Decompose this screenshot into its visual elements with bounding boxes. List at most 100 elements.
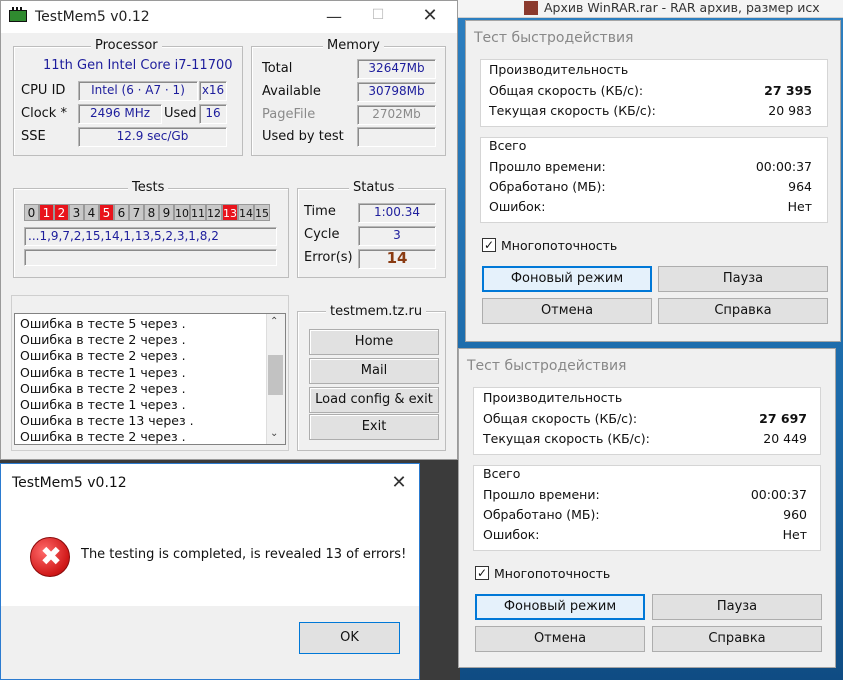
- pagefile-value: 2702Mb: [357, 105, 436, 125]
- test-cell: 14: [238, 204, 254, 221]
- speed1-current-speed-value: 20 983: [768, 103, 812, 118]
- test-cell: 6: [114, 204, 129, 221]
- speed-test-window-1: Тест быстродействия Производительность О…: [465, 20, 841, 342]
- speed2-title: Тест быстродействия: [467, 358, 627, 374]
- load-config-exit-button[interactable]: Load config & exit: [309, 387, 439, 413]
- speed1-processed-label: Обработано (МБ):: [489, 179, 606, 194]
- speed1-elapsed-value: 00:00:37: [755, 159, 812, 174]
- exit-button[interactable]: Exit: [309, 414, 439, 440]
- speed1-pause-button[interactable]: Пауза: [658, 266, 828, 292]
- errors-value: 14: [358, 249, 436, 269]
- speed2-cancel-button[interactable]: Отмена: [475, 626, 645, 652]
- test-cell: 2: [54, 204, 69, 221]
- time-label: Time: [304, 204, 336, 219]
- speed1-processed-value: 964: [788, 179, 812, 194]
- speed1-elapsed-label: Прошло времени:: [489, 159, 606, 174]
- log-line[interactable]: Ошибка в тесте 2 через .: [15, 381, 285, 397]
- test-cells-row: 0 1 2 3 4 5 6 7 8 9 10 11 12 13 14 15: [24, 204, 284, 222]
- ok-button[interactable]: OK: [299, 622, 400, 654]
- dialog-message: The testing is completed, is revealed 13…: [81, 547, 407, 562]
- cpu-id-value: Intel (6 · A7 · 1): [78, 81, 198, 101]
- speed2-current-speed-value: 20 449: [763, 431, 807, 446]
- speed1-cancel-button[interactable]: Отмена: [482, 298, 652, 324]
- cpu-id-label: CPU ID: [21, 83, 66, 98]
- log-line[interactable]: Ошибка в тесте 2 через .: [15, 332, 285, 348]
- testmem-window: TestMem5 v0.12 — ☐ ✕ Processor 11th Gen …: [0, 0, 458, 460]
- time-value: 1:00.34: [358, 203, 436, 223]
- speed1-title: Тест быстродействия: [474, 30, 634, 46]
- errors-label: Error(s): [304, 250, 353, 265]
- speed1-help-button[interactable]: Справка: [658, 298, 828, 324]
- used-value: 16: [199, 104, 227, 124]
- log-scroll-thumb[interactable]: [268, 355, 283, 395]
- used-by-test-value: [357, 127, 436, 147]
- test-cell: 10: [174, 204, 190, 221]
- speed2-total-speed-value: 27 697: [759, 411, 807, 426]
- cpu-threads: x16: [199, 81, 227, 101]
- speed1-total-label: Всего: [489, 138, 527, 153]
- speed-test-window-2: Тест быстродействия Производительность О…: [458, 348, 836, 668]
- used-by-test-label: Used by test: [262, 129, 344, 144]
- dialog-title: TestMem5 v0.12: [12, 475, 127, 491]
- speed2-current-speed-label: Текущая скорость (КБ/с):: [483, 431, 650, 446]
- speed2-errors-value: Нет: [782, 527, 807, 542]
- log-line[interactable]: Ошибка в тесте 1 через .: [15, 365, 285, 381]
- scroll-down-icon[interactable]: ⌄: [270, 428, 278, 439]
- speed2-processed-value: 960: [783, 507, 807, 522]
- tests-group-label: Tests: [128, 180, 169, 195]
- test-cell: 4: [84, 204, 99, 221]
- test-cell: 7: [129, 204, 144, 221]
- speed2-total-speed-label: Общая скорость (КБ/с):: [483, 411, 638, 426]
- dialog-titlebar[interactable]: TestMem5 v0.12 ✕: [1, 464, 419, 502]
- test-cell: 3: [69, 204, 84, 221]
- sse-value: 12.9 sec/Gb: [78, 127, 227, 147]
- testmem-titlebar[interactable]: TestMem5 v0.12 — ☐ ✕: [1, 1, 457, 33]
- minimize-button[interactable]: —: [319, 7, 349, 27]
- winrar-archive-icon: [524, 1, 538, 15]
- speed2-processed-label: Обработано (МБ):: [483, 507, 600, 522]
- log-line[interactable]: Ошибка в тесте 1 через .: [15, 397, 285, 413]
- cpu-model: 11th Gen Intel Core i7-11700: [43, 58, 233, 73]
- cycle-value: 3: [358, 226, 436, 246]
- background-file-text: Архив WinRAR.rar - RAR архив, размер исх: [544, 0, 820, 15]
- log-line[interactable]: Ошибка в тесте 2 через .: [15, 348, 285, 364]
- maximize-button[interactable]: ☐: [363, 7, 393, 27]
- window-title: TestMem5 v0.12: [35, 9, 150, 25]
- test-cell: 9: [159, 204, 174, 221]
- speed2-perf-label: Производительность: [483, 390, 623, 405]
- test-progress-bar: [24, 249, 277, 266]
- total-label: Total: [262, 61, 293, 76]
- speed2-help-button[interactable]: Справка: [652, 626, 822, 652]
- scroll-up-icon[interactable]: ⌃: [270, 316, 278, 327]
- processor-group-label: Processor: [91, 38, 162, 53]
- sse-label: SSE: [21, 129, 46, 144]
- speed2-background-button[interactable]: Фоновый режим: [475, 594, 645, 620]
- speed2-errors-label: Ошибок:: [483, 527, 540, 542]
- test-cell: 8: [144, 204, 159, 221]
- test-cell: 12: [206, 204, 222, 221]
- test-cell: 1: [39, 204, 54, 221]
- dialog-close-button[interactable]: ✕: [387, 472, 411, 494]
- error-icon: ✖: [30, 537, 70, 577]
- test-sequence: ...1,9,7,2,15,14,1,13,5,2,3,1,8,2: [24, 227, 277, 246]
- available-value: 30798Mb: [357, 82, 436, 102]
- speed1-multithread-checkbox[interactable]: ✓: [482, 238, 496, 252]
- speed2-pause-button[interactable]: Пауза: [652, 594, 822, 620]
- cycle-label: Cycle: [304, 227, 340, 242]
- mail-button[interactable]: Mail: [309, 358, 439, 384]
- memory-chip-icon: [9, 7, 27, 22]
- speed2-multithread-checkbox[interactable]: ✓: [475, 566, 489, 580]
- log-line[interactable]: Ошибка в тесте 5 через .: [15, 316, 285, 332]
- speed1-background-button[interactable]: Фоновый режим: [482, 266, 652, 292]
- close-button[interactable]: ✕: [415, 5, 445, 27]
- used-label: Used: [164, 106, 197, 121]
- log-line[interactable]: Ошибка в тесте 13 через .: [15, 413, 285, 429]
- available-label: Available: [262, 84, 321, 99]
- home-button[interactable]: Home: [309, 329, 439, 355]
- test-cell: 0: [24, 204, 39, 221]
- status-group-label: Status: [349, 180, 399, 195]
- error-log-list[interactable]: Ошибка в тесте 5 через . Ошибка в тесте 2…: [14, 313, 286, 445]
- log-line[interactable]: Ошибка в тесте 2 через .: [15, 429, 285, 445]
- pagefile-label: PageFile: [262, 107, 316, 122]
- error-dialog: TestMem5 v0.12 ✕ ✖ The testing is comple…: [0, 463, 420, 680]
